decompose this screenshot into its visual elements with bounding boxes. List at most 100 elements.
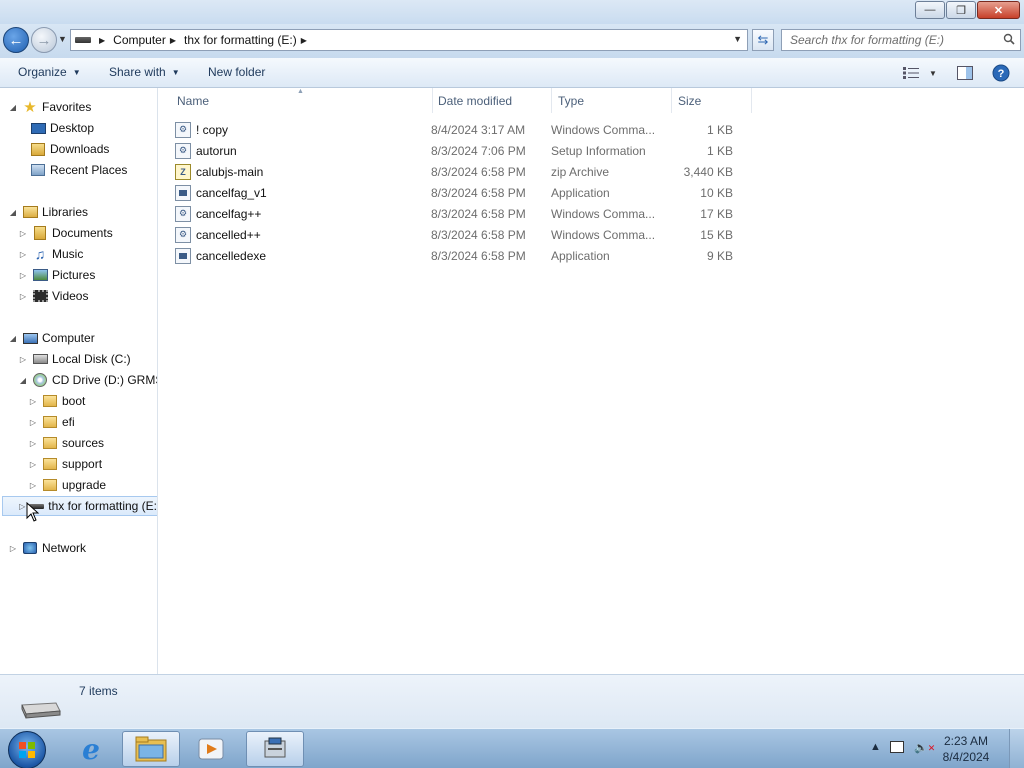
search-input[interactable] [782,30,992,50]
file-name: calubjs-main [196,164,264,179]
taskbar-app-window[interactable] [246,731,304,767]
tree-videos[interactable]: ▷ Videos [18,286,89,306]
maximize-button[interactable]: ❐ [946,1,976,19]
cmd-icon: ⚙ [175,121,191,138]
help-button[interactable]: ? [990,63,1012,83]
address-dropdown-icon[interactable]: ▼ [733,34,742,44]
share-with-button[interactable]: Share with ▼ [109,65,180,79]
close-button[interactable]: ✕ [977,1,1020,19]
collapsed-arrow-icon[interactable]: ▷ [18,292,28,301]
tree-folder-efi[interactable]: ▷ efi [28,412,75,432]
file-row[interactable]: ⚙ cancelfag++ 8/3/2024 6:58 PM Windows Co… [175,203,749,224]
tree-pictures[interactable]: ▷ Pictures [18,265,95,285]
expanded-arrow-icon[interactable]: ◢ [8,334,18,343]
volume-muted-icon[interactable]: 🔈✕ [914,741,935,754]
preview-pane-button[interactable] [954,63,976,83]
tree-network-label: Network [42,541,87,555]
arrow-right-icon: → [36,31,52,49]
music-icon: ♫ [34,246,46,262]
tree-desktop[interactable]: Desktop [26,118,94,138]
file-name: cancelfag_v1 [196,185,267,200]
column-header-type[interactable]: Type [552,88,672,113]
tree-recent-places[interactable]: Recent Places [26,160,127,180]
column-header-date[interactable]: Date modified [432,88,552,113]
collapsed-arrow-icon[interactable]: ▷ [28,439,38,448]
show-hidden-icons[interactable]: ▲ [870,741,881,753]
chevron-right-icon[interactable]: ▶ [99,36,105,45]
tree-folder-boot[interactable]: ▷ boot [28,391,85,411]
collapsed-arrow-icon[interactable]: ▷ [28,397,38,406]
tree-folder-upgrade[interactable]: ▷ upgrade [28,475,106,495]
column-header-size[interactable]: Size [672,88,752,113]
tree-pictures-label: Pictures [52,268,96,282]
tree-network[interactable]: ▷ Network [8,538,86,558]
tree-favorites[interactable]: ◢ ★ Favorites [8,97,91,117]
file-row[interactable]: ⚙ ! copy 8/4/2024 3:17 AM Windows Comma..… [175,119,749,140]
breadcrumb-drive[interactable]: thx for formatting (E:) [184,33,297,47]
file-row[interactable]: cancelledexe 8/3/2024 6:58 PM Applicatio… [175,245,749,266]
search-icon[interactable] [1003,33,1015,45]
collapsed-arrow-icon[interactable]: ▷ [18,271,28,280]
file-row[interactable]: ⚙ autorun 8/3/2024 7:06 PM Setup Informat… [175,140,749,161]
collapsed-arrow-icon[interactable]: ▷ [18,355,28,364]
forward-button[interactable]: → [31,27,57,53]
chevron-right-icon[interactable]: ▶ [170,36,176,45]
tree-documents[interactable]: ▷ Documents [18,223,113,243]
network-icon [22,540,38,556]
internet-explorer-icon: e [82,732,100,766]
preview-pane-icon [957,66,973,80]
file-size: 17 KB [700,206,733,221]
expanded-arrow-icon[interactable]: ◢ [18,376,28,385]
expanded-arrow-icon[interactable]: ◢ [8,208,18,217]
tree-local-disk[interactable]: ▷ Local Disk (C:) [18,349,131,369]
organize-button[interactable]: Organize ▼ [18,65,81,79]
command-bar: Organize ▼ Share with ▼ New folder ▼ ? [0,58,1024,88]
search-box[interactable] [781,29,1021,51]
tree-computer[interactable]: ◢ Computer [8,328,95,348]
tree-downloads[interactable]: Downloads [26,139,109,159]
collapsed-arrow-icon[interactable]: ▷ [8,544,18,553]
file-row[interactable]: ⚙ cancelled++ 8/3/2024 6:58 PM Windows Co… [175,224,749,245]
file-row[interactable]: Zcalubjs-main 8/3/2024 6:58 PM zip Archi… [175,161,749,182]
show-desktop-button[interactable] [1009,729,1024,768]
cmd-icon: ⚙ [175,226,191,243]
title-bar: — ❐ ✕ [0,0,1024,24]
address-bar[interactable]: ▶ Computer ▶ thx for formatting (E:) ▶ ▼ [70,29,748,51]
collapsed-arrow-icon[interactable]: ▷ [18,229,28,238]
item-count: 7 items [79,684,118,698]
action-center-icon[interactable] [890,741,904,756]
view-options-button[interactable] [900,63,922,83]
collapsed-arrow-icon[interactable]: ▷ [28,460,38,469]
file-name: cancelledexe [196,248,267,263]
file-name: cancelfag++ [196,206,262,221]
collapsed-arrow-icon[interactable]: ▷ [28,481,38,490]
clock[interactable]: 2:23 AM 8/4/2024 [936,733,996,765]
tree-desktop-label: Desktop [50,121,95,135]
taskbar-explorer[interactable] [122,731,180,767]
view-dropdown-icon[interactable]: ▼ [922,63,944,83]
refresh-button[interactable]: ⇆ [752,29,774,51]
folder-icon [42,393,58,409]
expanded-arrow-icon[interactable]: ◢ [8,103,18,112]
tree-documents-label: Documents [52,226,113,240]
back-button[interactable]: ← [3,27,29,53]
cd-drive-icon [32,372,48,388]
tree-folder-sources[interactable]: ▷ sources [28,433,104,453]
tree-music[interactable]: ▷ ♫ Music [18,244,83,264]
tree-cd-drive[interactable]: ◢ CD Drive (D:) GRMSX [18,370,157,390]
taskbar-internet-explorer[interactable]: e [62,731,120,767]
new-folder-button[interactable]: New folder [208,65,265,79]
chevron-right-icon[interactable]: ▶ [301,36,307,45]
breadcrumb-computer[interactable]: Computer [113,33,166,47]
column-header-name[interactable]: Name [171,88,433,113]
minimize-button[interactable]: — [915,1,945,19]
collapsed-arrow-icon[interactable]: ▷ [18,250,28,259]
tree-libraries[interactable]: ◢ Libraries [8,202,88,222]
recent-pages-dropdown[interactable]: ▼ [58,34,67,44]
taskbar-media-player[interactable] [182,731,240,767]
collapsed-arrow-icon[interactable]: ▷ [28,418,38,427]
start-button[interactable] [8,731,46,768]
collapsed-arrow-icon[interactable]: ▷ [19,502,25,511]
file-row[interactable]: cancelfag_v1 8/3/2024 6:58 PM Applicatio… [175,182,749,203]
tree-folder-support[interactable]: ▷ support [28,454,102,474]
